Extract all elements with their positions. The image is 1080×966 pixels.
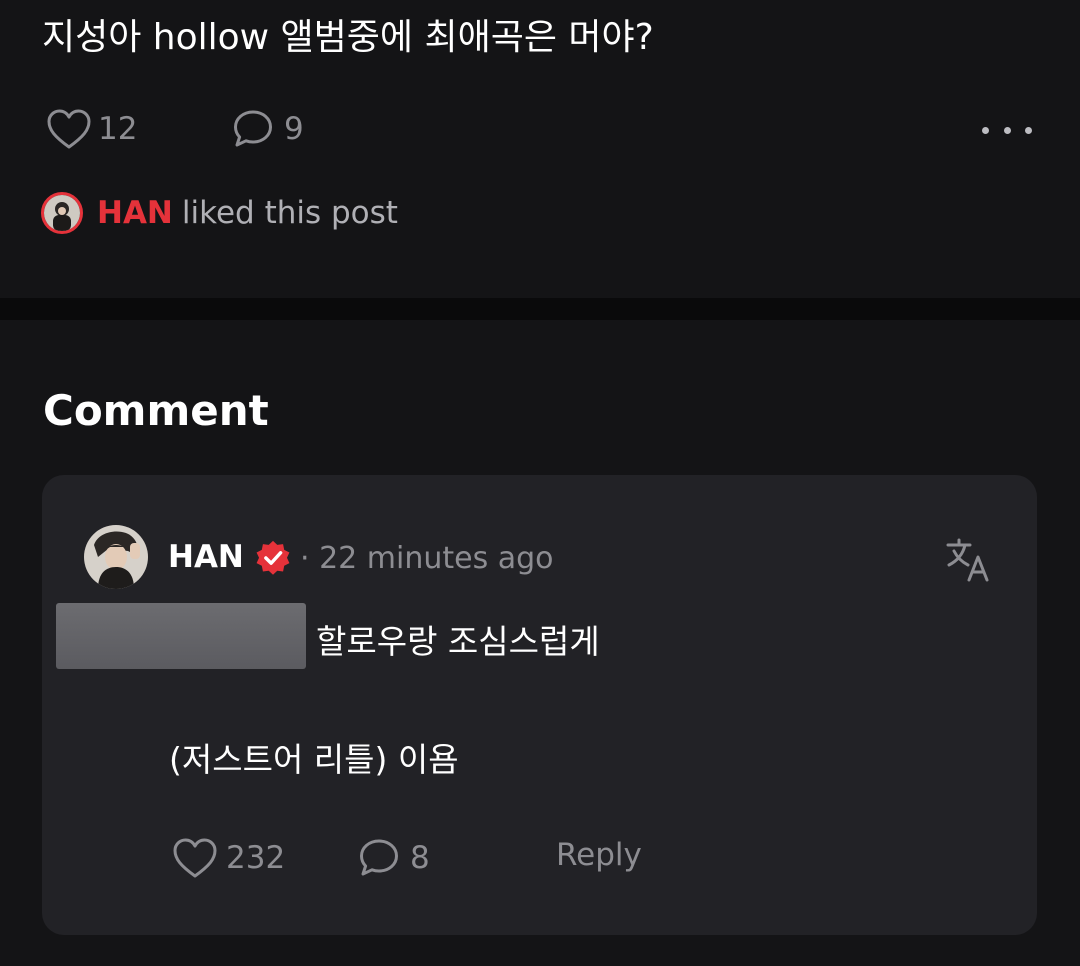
verified-badge-icon (256, 540, 290, 575)
post-like-count: 12 (98, 111, 138, 147)
more-options-button[interactable] (982, 118, 1032, 142)
post-text: 지성아 hollow 앨범중에 최애곡은 머야? (42, 17, 654, 58)
post-like-button[interactable]: 12 (46, 108, 137, 150)
comment-section-title: Comment (43, 386, 269, 435)
comment-section: Comment HAN · 22 minutes ago 할로우랑 조심스럽게 … (0, 320, 1080, 966)
comment-reply-count-button[interactable]: 8 (358, 837, 430, 879)
comment-body-line-2: (저스트어 리틀) 이욤 (169, 740, 459, 779)
comment-timestamp: · 22 minutes ago (300, 541, 554, 576)
post: 지성아 hollow 앨범중에 최애곡은 머야? 12 9 HAN liked … (0, 0, 1080, 298)
comment-author-name[interactable]: HAN (168, 539, 244, 575)
post-comment-button[interactable]: 9 (232, 108, 304, 150)
liked-by-name[interactable]: HAN (97, 195, 173, 231)
translate-icon[interactable] (945, 537, 991, 583)
heart-icon (173, 838, 217, 878)
comment-body-line-1: 할로우랑 조심스럽게 (316, 622, 600, 661)
speech-bubble-icon (234, 110, 272, 147)
comment-reply-count: 8 (410, 840, 430, 876)
more-horizontal-icon (982, 126, 989, 134)
avatar[interactable] (84, 525, 148, 589)
reply-button[interactable]: Reply (556, 837, 642, 873)
liked-by-avatar (41, 192, 83, 234)
redaction-block (56, 603, 306, 669)
liked-by-row[interactable]: HAN liked this post (41, 192, 398, 234)
comment-like-count: 232 (226, 840, 286, 876)
liked-by-text: liked this post (181, 195, 398, 231)
comment-like-button[interactable]: 232 (172, 837, 285, 879)
heart-icon (47, 109, 91, 149)
section-divider (0, 298, 1080, 320)
comment-card: HAN · 22 minutes ago 할로우랑 조심스럽게 (저스트어 리틀… (42, 475, 1037, 935)
post-comment-count: 9 (284, 111, 304, 147)
speech-bubble-icon (360, 839, 398, 876)
